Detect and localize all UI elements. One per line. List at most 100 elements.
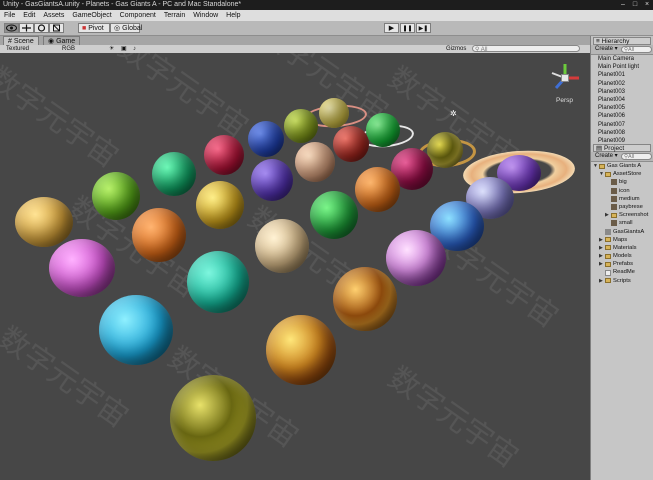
image-toggle-icon[interactable]: ▣ xyxy=(121,45,127,53)
planet[interactable] xyxy=(251,159,293,201)
project-item[interactable]: small xyxy=(591,219,653,227)
hierarchy-item[interactable]: Planet002 xyxy=(598,80,653,88)
project-create-dropdown[interactable]: Create ▾ xyxy=(595,153,618,160)
global-toggle[interactable]: ◎ Global xyxy=(110,23,143,33)
project-item[interactable]: ▶ Scripts xyxy=(591,277,653,285)
tab-project[interactable]: ▤ Project xyxy=(593,144,651,152)
hierarchy-icon: ≡ xyxy=(596,38,600,45)
light-gizmo-icon[interactable]: ✲ xyxy=(450,109,457,118)
shading-mode-dropdown[interactable]: Textured xyxy=(6,45,29,53)
planet[interactable] xyxy=(248,121,284,157)
hand-tool-button[interactable] xyxy=(4,23,19,33)
move-tool-button[interactable] xyxy=(19,23,34,33)
planet[interactable] xyxy=(295,142,335,182)
text-file-icon xyxy=(605,269,611,276)
planet[interactable] xyxy=(366,113,400,147)
planet[interactable] xyxy=(15,197,73,247)
menu-component[interactable]: Component xyxy=(116,10,160,21)
menu-assets[interactable]: Assets xyxy=(39,10,68,21)
planet[interactable] xyxy=(92,172,140,220)
project-item[interactable]: big xyxy=(591,178,653,186)
project-item[interactable]: ▶ Screenshot xyxy=(591,211,653,219)
planet[interactable] xyxy=(319,98,349,128)
hierarchy-item[interactable]: Planet003 xyxy=(598,88,653,96)
scale-tool-button[interactable] xyxy=(49,23,64,33)
global-label: Global xyxy=(122,25,143,32)
scene-search-input[interactable]: ⚲ All xyxy=(472,45,580,53)
folder-icon xyxy=(605,171,611,177)
hierarchy-create-dropdown[interactable]: Create ▾ xyxy=(595,46,618,53)
project-item[interactable]: ReadMe xyxy=(591,268,653,276)
planet[interactable] xyxy=(310,191,358,239)
project-item[interactable]: ▶ Materials xyxy=(591,244,653,252)
project-item-label: ReadMe xyxy=(613,269,635,276)
hierarchy-item[interactable]: Planet005 xyxy=(598,104,653,112)
window-title: Unity - GasGiantsA.unity - Planets - Gas… xyxy=(3,1,242,8)
watermark: 数字元宇宙 xyxy=(0,61,124,175)
planet[interactable] xyxy=(187,251,249,313)
pause-button[interactable]: ❚❚ xyxy=(400,23,415,33)
hierarchy-item[interactable]: Main Camera xyxy=(598,55,653,63)
menu-bar: File Edit Assets GameObject Component Te… xyxy=(0,10,653,21)
project-search-input[interactable]: ⚲All xyxy=(621,153,652,160)
project-item[interactable]: paybrese xyxy=(591,203,653,211)
menu-window[interactable]: Window xyxy=(189,10,222,21)
project-item[interactable]: ▶ Maps xyxy=(591,236,653,244)
menu-edit[interactable]: Edit xyxy=(19,10,39,21)
audio-toggle-icon[interactable]: ♪ xyxy=(133,45,136,53)
planet[interactable] xyxy=(204,135,244,175)
planet[interactable] xyxy=(196,181,244,229)
hierarchy-item[interactable]: Planet006 xyxy=(598,112,653,120)
planet[interactable] xyxy=(333,267,397,331)
project-item[interactable]: ▼ AssetStore xyxy=(591,170,653,178)
menu-terrain[interactable]: Terrain xyxy=(160,10,189,21)
project-item[interactable]: ▶ Models xyxy=(591,252,653,260)
planet[interactable] xyxy=(333,126,369,162)
render-mode-dropdown[interactable]: RGB xyxy=(62,45,75,53)
hierarchy-item[interactable]: Planet004 xyxy=(598,96,653,104)
scene-file-icon xyxy=(605,228,611,235)
lighting-toggle-icon[interactable]: ☀ xyxy=(109,45,114,53)
project-item[interactable]: GasGiantsA xyxy=(591,228,653,236)
menu-file[interactable]: File xyxy=(0,10,19,21)
folder-icon xyxy=(599,163,605,169)
project-item[interactable]: ▼ Gas Giants A xyxy=(591,162,653,170)
tab-game[interactable]: ◉ Game xyxy=(43,36,81,45)
planet[interactable] xyxy=(152,152,196,196)
hierarchy-item[interactable]: Planet001 xyxy=(598,71,653,79)
planet[interactable] xyxy=(49,239,115,297)
planet[interactable] xyxy=(99,295,173,365)
menu-help[interactable]: Help xyxy=(222,10,244,21)
close-button[interactable]: × xyxy=(641,0,653,10)
hierarchy-item[interactable]: Planet007 xyxy=(598,121,653,129)
planet[interactable] xyxy=(170,375,256,461)
planet[interactable] xyxy=(266,315,336,385)
watermark: 数字元宇宙 xyxy=(382,361,524,475)
project-item-label: Gas Giants A xyxy=(607,163,642,169)
project-item[interactable]: ▶ Prefabs xyxy=(591,260,653,268)
project-item[interactable]: icon xyxy=(591,187,653,195)
hierarchy-item[interactable]: Main Point light xyxy=(598,63,653,71)
maximize-button[interactable]: □ xyxy=(629,0,641,10)
play-button[interactable]: ▶ xyxy=(384,23,399,33)
step-button[interactable]: ▶❚ xyxy=(416,23,431,33)
tab-hierarchy[interactable]: ≡ Hierarchy xyxy=(593,37,651,45)
planet[interactable] xyxy=(284,109,318,143)
orientation-gizmo[interactable] xyxy=(548,61,582,95)
pivot-toggle[interactable]: ■ Pivot xyxy=(78,23,110,33)
hierarchy-search-input[interactable]: ⚲All xyxy=(621,46,652,53)
hierarchy-item[interactable]: Planet008 xyxy=(598,129,653,137)
planet[interactable] xyxy=(427,132,463,168)
minimize-button[interactable]: – xyxy=(617,0,629,10)
planet[interactable] xyxy=(386,230,446,286)
gizmo-center xyxy=(561,74,569,82)
planet[interactable] xyxy=(255,219,309,273)
rotate-tool-button[interactable] xyxy=(34,23,49,33)
menu-gameobject[interactable]: GameObject xyxy=(68,10,115,21)
tab-scene[interactable]: # Scene xyxy=(3,36,39,45)
gizmos-dropdown[interactable]: Gizmos xyxy=(446,45,466,53)
scene-viewport[interactable]: 数字元宇宙 数字元宇宙 数字元宇宙 数字元宇宙 数字元宇宙 数字元宇宙 数字元宇… xyxy=(0,53,590,480)
project-item[interactable]: medium xyxy=(591,195,653,203)
planet[interactable] xyxy=(132,208,186,262)
planet[interactable] xyxy=(355,167,400,212)
